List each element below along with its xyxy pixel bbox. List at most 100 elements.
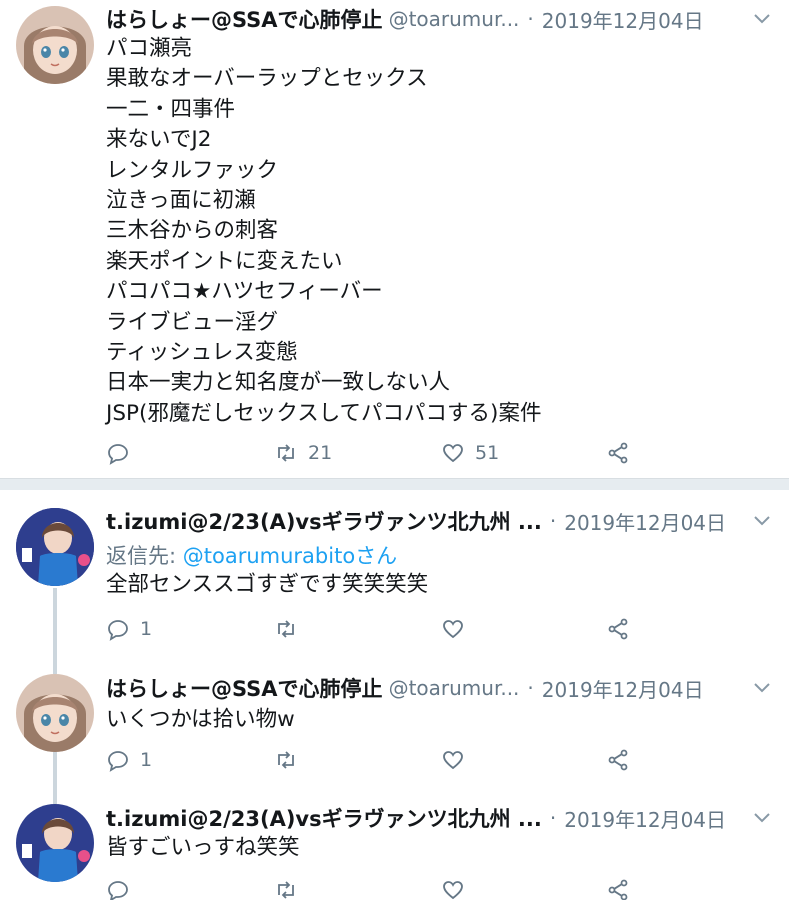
tweet-date[interactable]: 2019年12月04日 [542,674,704,703]
reply-button[interactable] [106,438,140,468]
avatar[interactable] [16,674,94,752]
like-icon [443,444,463,463]
user-name[interactable]: はらしょー@SSAで心肺停止 [106,673,383,703]
avatar[interactable] [16,6,94,84]
tweet-4[interactable]: t.izumi@2/23(A)vsギラヴァンツ北九州 ... · 2019年12… [0,795,789,900]
reply-to-label: 返信先: [106,544,183,568]
text-line: いくつかは拾い物w [106,707,295,732]
tweet-date[interactable]: 2019年12月04日 [564,507,726,536]
chevron-down-icon [754,14,770,24]
share-icon [608,618,628,640]
like-button[interactable] [441,745,475,775]
more-menu-button[interactable] [741,808,771,828]
more-menu-button[interactable] [741,9,771,29]
user-name[interactable]: はらしょー@SSAで心肺停止 [106,4,383,34]
avatar[interactable] [16,804,94,882]
tweet-actions: 1 [106,745,646,775]
text-line: 果敢なオーバーラップとセックス [106,66,428,92]
text-line: ティッシュレス変態 [106,340,298,366]
tweet-text: いくつかは拾い物w [106,705,771,735]
retweet-icon [278,751,294,769]
like-button[interactable]: 51 [441,438,499,468]
tweet-date[interactable]: 2019年12月04日 [542,5,704,34]
tweet-header: はらしょー@SSAで心肺停止 @toarumur... · 2019年12月04… [106,671,771,705]
text-line: JSP(邪魔だしセックスしてパコパコする)案件 [106,400,542,426]
like-icon [443,751,463,770]
tweet-text: 全部センススゴすぎです笑笑笑笑 [106,570,771,600]
like-count: 51 [475,442,500,464]
retweet-button[interactable]: 21 [274,438,332,468]
retweet-icon [278,620,294,638]
retweet-icon [278,444,294,462]
reply-button[interactable] [106,875,140,900]
text-line: 来ないでJ2 [106,127,212,153]
text-line: 日本一実力と知名度が一致しない人 [106,370,451,396]
separator-dot: · [527,676,534,700]
text-line: ライブビュー淫グ [106,309,279,335]
retweet-count: 21 [308,442,333,464]
text-line: 三木谷からの刺客 [106,218,279,244]
avatar-image-tizumi [16,508,94,586]
share-button[interactable] [606,438,630,468]
user-name[interactable]: t.izumi@2/23(A)vsギラヴァンツ北九州 ... [106,506,542,536]
reply-icon [108,751,128,772]
retweet-icon [278,881,294,899]
chevron-down-icon [754,813,770,823]
user-handle[interactable]: @toarumur... [389,7,520,31]
section-divider [0,478,789,490]
tweet-text: 皆すごいっすね笑笑 [106,833,771,863]
tweet-text: パコ瀬亮 果敢なオーバーラップとセックス 一二・四事件 来ないでJ2 レンタルフ… [106,34,771,429]
like-button[interactable] [441,614,475,644]
share-button[interactable] [606,745,630,775]
like-icon [443,620,463,639]
reply-count: 1 [140,749,153,771]
user-handle[interactable]: @toarumur... [389,676,520,700]
share-icon [608,749,628,771]
avatar-image-harasho [16,674,94,752]
chevron-down-icon [754,516,770,526]
tweet-header: t.izumi@2/23(A)vsギラヴァンツ北九州 ... · 2019年12… [106,801,771,835]
reply-context: 返信先: @toarumurabitoさん [106,540,397,570]
share-button[interactable] [606,875,630,900]
retweet-button[interactable] [274,745,308,775]
reply-to-mention[interactable]: @toarumurabitoさん [183,544,397,568]
share-icon [608,879,628,900]
text-line: パコパコ★ハツセフィーバー [106,279,383,305]
avatar-image-harasho [16,6,94,84]
tweet-header: t.izumi@2/23(A)vsギラヴァンツ北九州 ... · 2019年12… [106,504,771,538]
tweet-actions: 1 [106,614,646,644]
tweet-3[interactable]: はらしょー@SSAで心肺停止 @toarumur... · 2019年12月04… [0,665,789,795]
text-line: 全部センススゴすぎです笑笑笑笑 [106,572,429,597]
text-line: レンタルファック [106,157,279,183]
reply-icon [108,620,128,641]
separator-dot: · [527,7,534,31]
tweet-header: はらしょー@SSAで心肺停止 @toarumur... · 2019年12月04… [106,2,771,36]
avatar[interactable] [16,508,94,586]
user-name[interactable]: t.izumi@2/23(A)vsギラヴァンツ北九州 ... [106,803,542,833]
reply-icon [108,881,128,900]
separator-dot: · [549,806,557,830]
share-button[interactable] [606,614,630,644]
more-menu-button[interactable] [741,678,771,698]
separator-dot: · [549,509,557,533]
like-icon [443,881,463,900]
reply-button[interactable]: 1 [106,614,152,644]
tweet-actions: 21 51 [106,438,646,468]
text-line: パコ瀬亮 [106,36,193,61]
tweet-2[interactable]: t.izumi@2/23(A)vsギラヴァンツ北九州 ... · 2019年12… [0,490,789,665]
reply-button[interactable]: 1 [106,745,152,775]
reply-icon [108,444,128,465]
text-line: 一二・四事件 [106,96,236,122]
chevron-down-icon [754,683,770,693]
more-menu-button[interactable] [741,511,771,531]
like-button[interactable] [441,875,475,900]
avatar-image-tizumi [16,804,94,882]
tweet-actions [106,875,646,900]
retweet-button[interactable] [274,614,308,644]
text-line: 楽天ポイントに変えたい [106,248,343,274]
retweet-button[interactable] [274,875,308,900]
tweet-1[interactable]: はらしょー@SSAで心肺停止 @toarumur... · 2019年12月04… [0,0,789,478]
tweet-date[interactable]: 2019年12月04日 [564,804,726,833]
reply-count: 1 [140,618,153,640]
share-icon [608,442,628,464]
